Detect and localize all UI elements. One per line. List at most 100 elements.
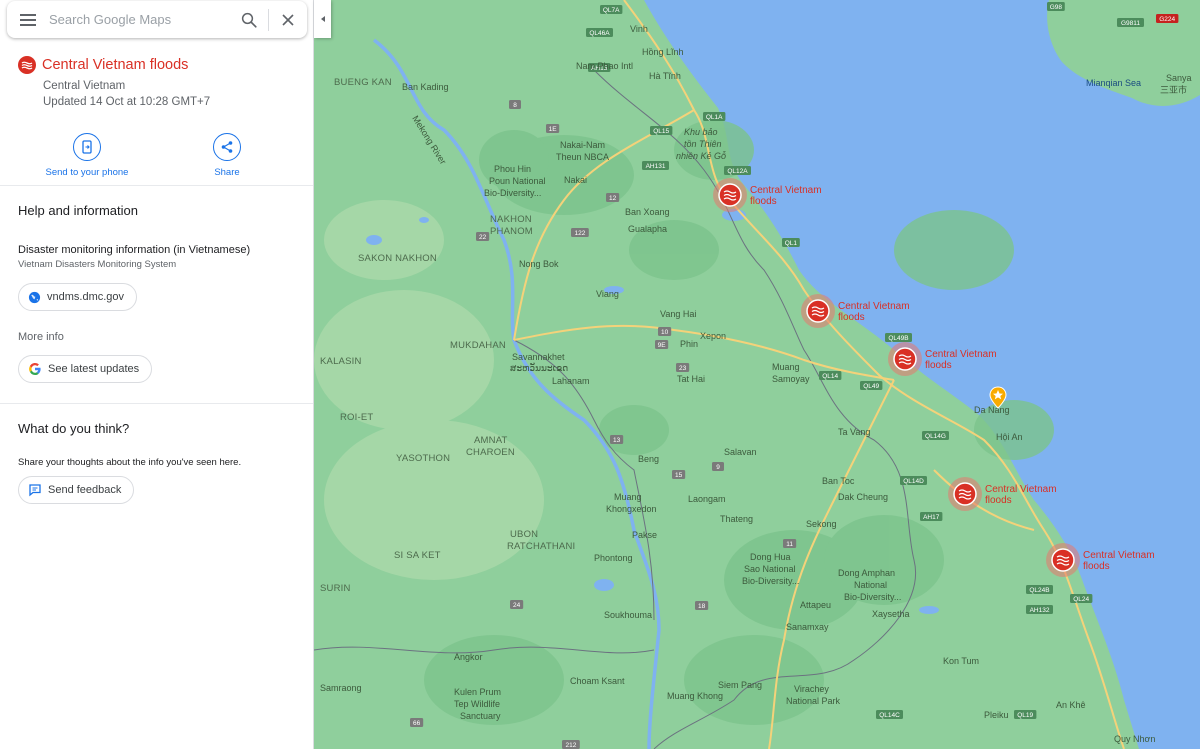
map-label-kon-tum[interactable]: Kon Tum	[943, 656, 979, 666]
map-label-mukdahan[interactable]: MUKDAHAN	[450, 340, 506, 351]
map-label-yasothon[interactable]: YASOTHON	[396, 453, 450, 464]
map-label-muang-samoyay-1[interactable]: Muang	[772, 362, 800, 372]
map-label-hoi-an[interactable]: Hội An	[996, 432, 1023, 442]
road-shield: QL1A	[703, 112, 726, 121]
map-label-kalasin[interactable]: KALASIN	[320, 356, 362, 367]
map-label-beng[interactable]: Beng	[638, 454, 659, 464]
map-label-ubon-1[interactable]: UBON	[510, 529, 538, 540]
map-label-dong-amphan-2[interactable]: National	[854, 580, 887, 590]
map-label-kulen-1[interactable]: Kulen Prum	[454, 687, 501, 697]
map-label-ke-go-1[interactable]: Khu bảo	[684, 127, 718, 137]
map-label-dong-amphan-1[interactable]: Dong Amphan	[838, 568, 895, 578]
map-label-roi-et[interactable]: ROI-ET	[340, 412, 373, 423]
map-label-muang-khong[interactable]: Muang Khong	[667, 691, 723, 701]
map-label-soukhouma[interactable]: Soukhouma	[604, 610, 652, 620]
map-label-quy-nhon[interactable]: Quy Nhơn	[1114, 734, 1155, 744]
map-label-an-khe[interactable]: An Khê	[1056, 700, 1086, 710]
map-label-attapeu[interactable]: Attapeu	[800, 600, 831, 610]
map-label-ha-tinh[interactable]: Hà Tĩnh	[649, 71, 681, 81]
map-label-phontong[interactable]: Phontong	[594, 553, 633, 563]
map-label-nakai-2[interactable]: Theun NBCA	[556, 152, 609, 162]
map-label-phou-hin-1[interactable]: Phou Hin	[494, 164, 531, 174]
map-label-salavan[interactable]: Salavan	[724, 447, 757, 457]
map-label-virachey-2[interactable]: National Park	[786, 696, 841, 706]
map-label-nam-phao[interactable]: Nam Phao Intl	[576, 61, 633, 71]
map-label-muang[interactable]: Muang	[614, 492, 642, 502]
map-label-ke-go-3[interactable]: nhiên Kẻ Gỗ	[676, 151, 726, 161]
map-label-kulen-3[interactable]: Sanctuary	[460, 711, 501, 721]
map-label-ubon-2[interactable]: RATCHATHANI	[507, 541, 575, 552]
map-label-kulen-2[interactable]: Tep Wildlife	[454, 699, 500, 709]
map-label-nakai-town[interactable]: Nakai	[564, 175, 587, 185]
map-label-ke-go-2[interactable]: tồn Thiên	[684, 139, 722, 149]
map-label-choam-ksant[interactable]: Choam Ksant	[570, 676, 625, 686]
map-label-amnat-2[interactable]: CHAROEN	[466, 447, 515, 458]
disaster-info-title: Disaster monitoring information (in Viet…	[18, 244, 251, 256]
map-label-dong-hua-3[interactable]: Bio-Diversity...	[742, 576, 799, 586]
globe-icon	[28, 291, 41, 303]
map-label-si-sa-ket[interactable]: SI SA KET	[394, 550, 441, 561]
map-label-sekong[interactable]: Sekong	[806, 519, 837, 529]
map-label-bueng-kan[interactable]: BUENG KAN	[334, 77, 392, 88]
map-label-virachey-1[interactable]: Virachey	[794, 684, 829, 694]
map-label-muang-samoyay-2[interactable]: Samoyay	[772, 374, 810, 384]
map-label-amnat-1[interactable]: AMNAT	[474, 435, 508, 446]
road-shield-label: 212	[565, 742, 576, 749]
map-label-pleiku[interactable]: Pleiku	[984, 710, 1009, 720]
map-label-tat-hai[interactable]: Tat Hai	[677, 374, 705, 384]
map-label-ban-xoang[interactable]: Ban Xoang	[625, 207, 670, 217]
map-label-surin[interactable]: SURIN	[320, 583, 351, 594]
map-label-phin[interactable]: Phin	[680, 339, 698, 349]
see-latest-updates-chip[interactable]: See latest updates	[18, 355, 153, 383]
map-label-laongam[interactable]: Laongam	[688, 494, 726, 504]
map-canvas[interactable]: QL7AQL46AAH15QL1AQL15AH131QL12AQL1QL49BQ…	[314, 0, 1200, 749]
collapse-panel-button[interactable]	[314, 0, 331, 38]
map-label-xaysetha[interactable]: Xaysetha	[872, 609, 910, 619]
map-label-dak-cheung[interactable]: Dak Cheung	[838, 492, 888, 502]
map-label-sakon-nakhon[interactable]: SAKON NAKHON	[358, 253, 437, 264]
map-label-phou-hin-2[interactable]: Poun National	[489, 176, 546, 186]
map-label-sanya-cn[interactable]: 三亚市	[1160, 84, 1187, 95]
map-label-vinh[interactable]: Vinh	[630, 24, 648, 34]
share-button[interactable]: Share	[177, 133, 277, 178]
map-label-sanya[interactable]: Sanya	[1166, 73, 1192, 83]
search-input[interactable]	[49, 4, 230, 35]
map-label-savannakhet[interactable]: Savannakhet	[512, 352, 565, 362]
map-label-ban-kading[interactable]: Ban Kading	[402, 82, 449, 92]
map-label-siem-pang[interactable]: Siem Pang	[718, 680, 762, 690]
map-label-savannakhet-lao[interactable]: ສະຫວັນນະເຂດ	[510, 362, 568, 373]
map-label-thateng[interactable]: Thateng	[720, 514, 753, 524]
map-label-nong-bok[interactable]: Nong Bok	[519, 259, 559, 269]
map-label-angkor[interactable]: Angkor	[454, 652, 483, 662]
road-shield: 11	[783, 539, 797, 548]
map-label-dong-amphan-3[interactable]: Bio-Diversity...	[844, 592, 901, 602]
menu-button[interactable]	[7, 1, 49, 38]
map-label-hong-linh[interactable]: Hồng Lĩnh	[642, 47, 684, 57]
road-shield: QL12A	[724, 166, 751, 175]
map-label-ta-vang[interactable]: Ta Vang	[838, 427, 870, 437]
search-button[interactable]	[230, 1, 268, 38]
map-label-dong-hua-1[interactable]: Dong Hua	[750, 552, 791, 562]
map-label-phou-hin-3[interactable]: Bio-Diversity...	[484, 188, 541, 198]
map-label-dong-hua-2[interactable]: Sao National	[744, 564, 796, 574]
map-label-lahanam[interactable]: Lahanam	[552, 376, 590, 386]
map-label-nakhon-phanom-2[interactable]: PHANOM	[490, 226, 533, 237]
map-label-pakse[interactable]: Pakse	[632, 530, 657, 540]
map-label-vang-hai[interactable]: Vang Hai	[660, 309, 696, 319]
map-label-xepon[interactable]: Xepon	[700, 331, 726, 341]
map-label-ban-toc[interactable]: Ban Toc	[822, 476, 855, 486]
vndms-link-chip[interactable]: vndms.dmc.gov	[18, 283, 138, 311]
road-shield-label: 22	[479, 234, 487, 241]
map-label-mianqian-sea[interactable]: Mianqian Sea	[1086, 78, 1141, 88]
send-feedback-button[interactable]: Send feedback	[18, 476, 135, 504]
map-label-viang[interactable]: Viang	[596, 289, 619, 299]
map-label-nakhon-phanom-1[interactable]: NAKHON	[490, 214, 532, 225]
map-label-khongxedon[interactable]: Khongxedon	[606, 504, 657, 514]
map-label-sanamxay[interactable]: Sanamxay	[786, 622, 829, 632]
map-label-samraong[interactable]: Samraong	[320, 683, 362, 693]
map-label-nakai-1[interactable]: Nakai-Nam	[560, 140, 605, 150]
map-label-gualapha[interactable]: Gualapha	[628, 224, 667, 234]
send-to-phone-button[interactable]: Send to your phone	[37, 133, 137, 178]
map-label-da-nang[interactable]: Da Nang	[974, 405, 1010, 415]
clear-search-button[interactable]	[269, 1, 307, 38]
